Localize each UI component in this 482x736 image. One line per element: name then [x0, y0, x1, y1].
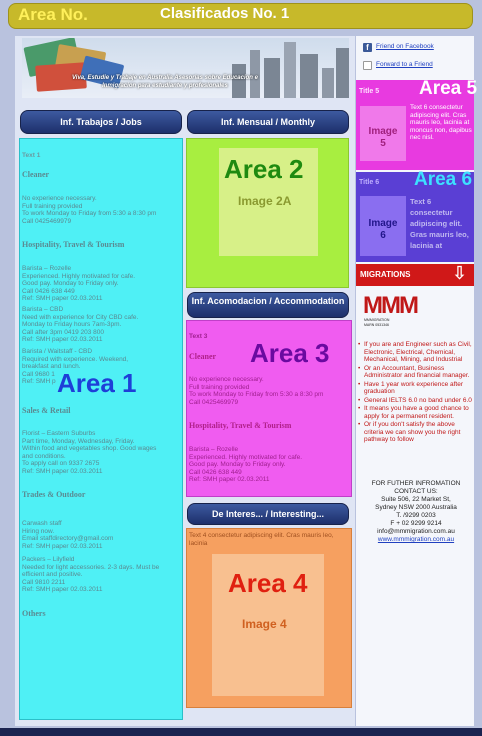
area-3-text-label: Text 3 — [189, 333, 208, 340]
area-5-image-caption: Image 5 — [368, 126, 398, 149]
category-others: Others — [22, 609, 46, 618]
contact-fax: F + 02 9299 9214 — [390, 520, 442, 527]
forward-friend-link[interactable]: Forward to a Friend — [376, 61, 433, 68]
bullet-text: Or an Accountant, Business Administrator… — [364, 364, 470, 380]
bullet-text: General IELTS 6.0 no band under 6.0 — [364, 396, 472, 404]
area-6-text: Text 6 consectetur adipiscing elit. Gras… — [410, 197, 469, 250]
company-logo-subtitle: MMMIGRATION MARN 0531346 — [364, 318, 390, 327]
category-trades-outdoor: Trades & Outdoor — [22, 490, 86, 499]
tab-interesting[interactable]: De Interes... / Interesting... — [187, 503, 349, 525]
eligibility-list: • If you are and Engineer such as Civil, … — [358, 341, 472, 445]
building-image — [300, 54, 318, 98]
area-1-text-label: Text 1 — [22, 152, 41, 159]
facebook-icon: f — [363, 43, 372, 52]
facebook-link[interactable]: Friend on Facebook — [376, 43, 434, 50]
area-4-label: Area 4 — [228, 568, 308, 598]
list-item: • Have 1 year work experience after gradu… — [358, 380, 463, 396]
list-item: • General IELTS 6.0 no band under 6.0 — [358, 396, 472, 404]
area-5-text: Text 6 consectetur adipiscing elit. Cras… — [410, 104, 472, 141]
company-logo: MMM — [363, 292, 419, 319]
category-cleaner: Cleaner — [189, 352, 217, 361]
job-cleaner: No experience necessary. Full training p… — [189, 376, 324, 406]
area-5-title: Title 5 — [359, 88, 380, 95]
bullet-text: It means you have a good chance to apply… — [364, 405, 469, 420]
contact-email[interactable]: info@mmmigration.com.au — [360, 528, 472, 536]
category-hospitality: Hospitality, Travel & Tourism — [22, 240, 125, 249]
job-listing: Barista – Rozelle Experienced. Highly mo… — [189, 446, 303, 483]
area-6-image-caption: Image 6 — [368, 218, 398, 241]
building-image — [322, 68, 334, 98]
bullet-text: If you are and Engineer such as Civil, E… — [364, 341, 472, 363]
list-item: • Or an Accountant, Business Administrato… — [358, 364, 470, 380]
area-2-label: Area 2 — [224, 154, 304, 184]
job-listing: Barista – Rozelle Experienced. Highly mo… — [22, 265, 136, 302]
tab-accommodation[interactable]: Inf. Acomodacion / Accommodation — [187, 292, 349, 318]
category-cleaner: Cleaner — [22, 170, 50, 179]
area-4-image-caption: Image 4 — [242, 617, 287, 631]
area-2-image-caption: Image 2A — [238, 194, 292, 208]
list-item: • Or if you don't satisfy the above crite… — [358, 421, 461, 443]
contact-address: Suite 506, 22 Market St, Sydney NSW 2000… — [375, 496, 457, 511]
envelope-icon — [363, 61, 372, 70]
job-listing: Florist – Eastern Suburbs Part time, Mon… — [22, 430, 157, 475]
contact-title: FOR FUTHER INFROMATION CONTACT US: — [371, 480, 461, 495]
job-listing: Packers – Lilyfield Needed for light acc… — [22, 556, 160, 593]
area-5-label: Area 5 — [419, 78, 478, 99]
bullet-text: Have 1 year work experience after gradua… — [364, 380, 463, 396]
area-1-panel — [19, 138, 183, 720]
area-6-title: Title 6 — [359, 179, 380, 186]
footer-bar — [0, 728, 482, 736]
job-cleaner: No experience necessary. Full training p… — [22, 195, 157, 225]
bullet-text: Or if you don't satisfy the above criter… — [364, 421, 461, 443]
area-6-label: Area 6 — [414, 169, 473, 190]
tab-jobs[interactable]: Inf. Trabajos / Jobs — [20, 110, 182, 134]
category-hospitality: Hospitality, Travel & Tourism — [189, 421, 292, 430]
list-item: • If you are and Engineer such as Civil, … — [358, 341, 472, 363]
area-4-text: Text 4 consectetur adipiscing elit. Cras… — [189, 532, 334, 547]
job-listing: Carwash staff Hiring now. Email staffdir… — [22, 520, 114, 550]
migrations-title: MIGRATIONS — [360, 270, 411, 279]
building-image — [284, 42, 296, 98]
website-link[interactable]: www.mmmigration.com.au — [360, 536, 472, 543]
area-number-label: Area No. — [18, 5, 88, 24]
category-sales-retail: Sales & Retail — [22, 406, 71, 415]
page-title: Clasificados No. 1 — [160, 5, 290, 22]
arrow-down-icon: ⇩ — [452, 263, 468, 284]
contact-phone: T. /9299 0203 — [396, 512, 436, 519]
area-1-label: Area 1 — [57, 368, 137, 398]
list-item: • It means you have a good chance to appl… — [358, 405, 469, 420]
building-image — [336, 48, 349, 98]
job-listing: Barista – CBD Need with experience for C… — [22, 306, 139, 343]
banner-caption: Viva, Estudie y Trabaje en Australia Ase… — [72, 75, 258, 89]
area-3-label: Area 3 — [250, 338, 330, 368]
tab-monthly[interactable]: Inf. Mensual / Monthly — [187, 110, 349, 134]
